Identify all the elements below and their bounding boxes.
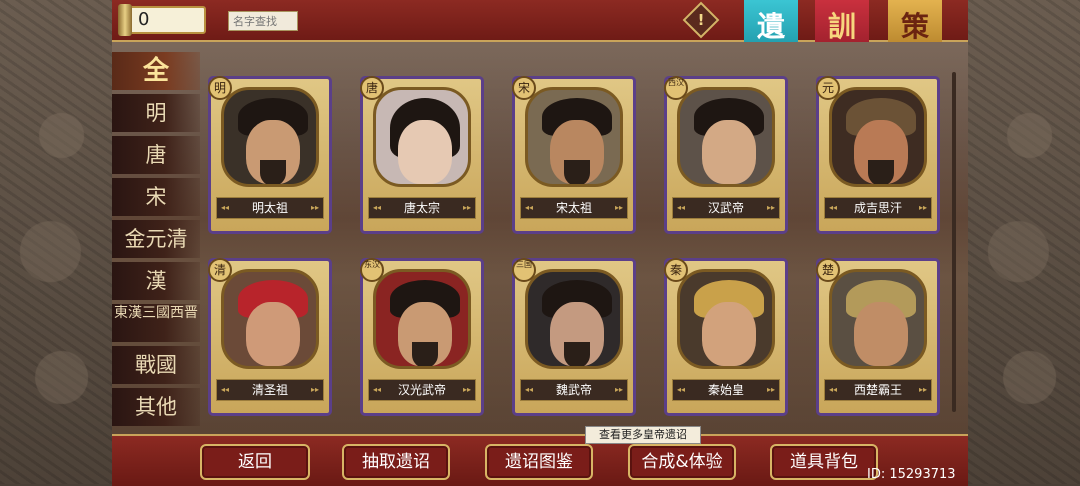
dynasty-badge: 清 [208, 258, 232, 282]
search-input[interactable] [228, 11, 298, 31]
currency-value: 0 [138, 9, 150, 30]
warning-icon[interactable]: ! [682, 1, 720, 39]
dynasty-badge: 东汉 [360, 258, 384, 282]
emperor-portrait [373, 87, 471, 187]
dynasty-tab-song[interactable]: 宋 [112, 178, 200, 216]
dynasty-tab-zhanguo[interactable]: 戰國 [112, 346, 200, 384]
dynasty-tab-other[interactable]: 其他 [112, 388, 200, 426]
emperor-name: 宋太祖 [520, 197, 628, 219]
emperor-card[interactable]: 东汉 汉光武帝 [360, 258, 484, 416]
top-bar: 0 ! 遺 訓 策 [112, 0, 968, 66]
dynasty-badge: 明 [208, 76, 232, 100]
dynasty-badge: 三国 [512, 258, 536, 282]
emperor-card-grid: 明 明太祖 唐 唐太宗 宋 宋太祖 西汉 汉武帝 元 成吉思汗 [208, 76, 948, 426]
emperor-portrait [677, 87, 775, 187]
edict-gallery-button[interactable]: 遗诏图鉴 [485, 444, 593, 480]
grid-scrollbar[interactable] [952, 72, 956, 412]
currency-counter: 0 [126, 6, 206, 34]
emperor-name: 秦始皇 [672, 379, 780, 401]
emperor-card[interactable]: 宋 宋太祖 [512, 76, 636, 234]
emperor-card[interactable]: 三国 魏武帝 [512, 258, 636, 416]
content-area: 全 明 唐 宋 金元清 漢 東漢三國西晋 戰國 其他 明 明太祖 唐 唐太宗 [112, 42, 968, 434]
bottom-action-bar: 返回 抽取遗诏 遗诏图鉴 合成&体验 道具背包 [112, 434, 968, 486]
emperor-card[interactable]: 楚 西楚霸王 [816, 258, 940, 416]
emperor-card[interactable]: 元 成吉思汗 [816, 76, 940, 234]
dynasty-badge: 宋 [512, 76, 536, 100]
emperor-portrait [525, 87, 623, 187]
emperor-card[interactable]: 明 明太祖 [208, 76, 332, 234]
emperor-portrait [221, 87, 319, 187]
emperor-card[interactable]: 秦 秦始皇 [664, 258, 788, 416]
back-button[interactable]: 返回 [200, 444, 310, 480]
scroll-icon [118, 4, 132, 36]
emperor-name: 魏武帝 [520, 379, 628, 401]
dynasty-tab-donghan-sanguo-xijin[interactable]: 東漢三國西晋 [112, 304, 200, 342]
dynasty-tab-ming[interactable]: 明 [112, 94, 200, 132]
emperor-portrait [829, 87, 927, 187]
gallery-tooltip: 查看更多皇帝遗诏 [585, 426, 701, 444]
emperor-portrait [525, 269, 623, 369]
emperor-name: 成吉思汗 [824, 197, 932, 219]
emperor-name: 西楚霸王 [824, 379, 932, 401]
emperor-card[interactable]: 清 清圣祖 [208, 258, 332, 416]
dynasty-tab-han[interactable]: 漢 [112, 262, 200, 300]
emperor-card[interactable]: 唐 唐太宗 [360, 76, 484, 234]
dynasty-badge: 西汉 [664, 76, 688, 100]
emperor-name: 汉武帝 [672, 197, 780, 219]
dynasty-badge: 唐 [360, 76, 384, 100]
emperor-portrait [221, 269, 319, 369]
dynasty-tab-jin-yuan-qing[interactable]: 金元清 [112, 220, 200, 258]
dynasty-filter-list: 全 明 唐 宋 金元清 漢 東漢三國西晋 戰國 其他 [112, 52, 208, 430]
emperor-card[interactable]: 西汉 汉武帝 [664, 76, 788, 234]
emperor-portrait [677, 269, 775, 369]
dynasty-badge: 元 [816, 76, 840, 100]
emperor-name: 明太祖 [216, 197, 324, 219]
dynasty-tab-all[interactable]: 全 [112, 52, 200, 90]
user-id: ID: 15293713 [867, 467, 956, 482]
emperor-name: 清圣祖 [216, 379, 324, 401]
synthesize-experience-button[interactable]: 合成&体验 [628, 444, 736, 480]
emperor-portrait [829, 269, 927, 369]
emperor-name: 唐太宗 [368, 197, 476, 219]
warning-symbol: ! [697, 11, 705, 29]
right-dragon-panel [966, 0, 1080, 484]
dynasty-tab-tang[interactable]: 唐 [112, 136, 200, 174]
draw-edict-button[interactable]: 抽取遗诏 [342, 444, 450, 480]
emperor-gallery-window: 0 ! 遺 訓 策 全 明 唐 宋 金元清 漢 東漢三國西晋 戰國 其他 明 明… [112, 0, 968, 486]
dynasty-badge: 楚 [816, 258, 840, 282]
emperor-name: 汉光武帝 [368, 379, 476, 401]
item-bag-button[interactable]: 道具背包 [770, 444, 878, 480]
left-dragon-panel [0, 0, 114, 484]
dynasty-badge: 秦 [664, 258, 688, 282]
emperor-portrait [373, 269, 471, 369]
